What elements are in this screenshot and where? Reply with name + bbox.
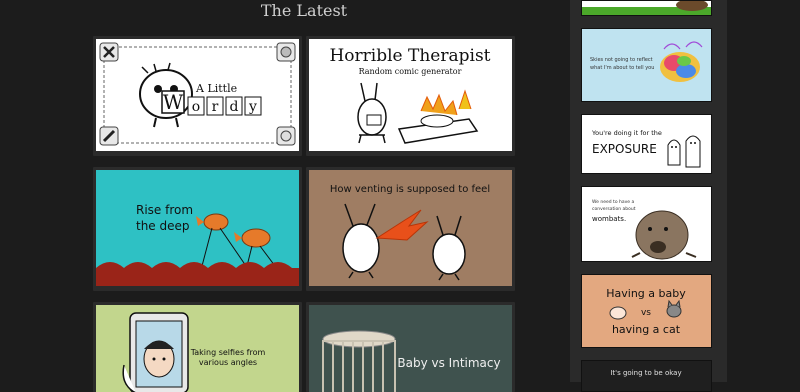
wombat-illustration (631, 210, 697, 260)
wombats-line3: wombats. (592, 215, 626, 223)
comic-thumbnail-rise: Rise from the deep (96, 170, 299, 286)
comic-thumbnail-selfies: Taking selfies from various angles (96, 305, 299, 392)
crib-illustration (322, 330, 396, 392)
pencil-icon (99, 126, 119, 146)
dog-icon (276, 126, 296, 146)
sidebar-thumb-brain[interactable]: Skies not going to reflect what I'm abou… (581, 28, 712, 102)
therapist-title: Horrible Therapist (329, 46, 490, 66)
comic-thumbnail-wordy: W A Little o r d y (96, 39, 299, 151)
wordy-letter-4: d (230, 99, 239, 115)
bunny-illustration (357, 82, 387, 144)
wombats-line2: conversation about (592, 206, 636, 212)
rise-line2: the deep (136, 219, 190, 233)
wordy-line1: A Little (195, 82, 237, 95)
wordy-letter-5: y (248, 99, 257, 115)
phone-illustration (122, 312, 189, 392)
brain-line2: what I'm about to tell you (590, 65, 654, 71)
page-heading: The Latest (260, 1, 348, 20)
sidebar-thumb-wombats[interactable]: We need to have a conversation about wom… (581, 186, 712, 262)
exposure-word: EXPOSURE (592, 142, 657, 156)
cat-icon (666, 299, 682, 318)
sea-waves (96, 262, 299, 286)
babycat-vs: vs (641, 308, 651, 318)
rainbow-brain-illustration (660, 41, 703, 82)
selfies-line1: Taking selfies from (190, 348, 266, 357)
brain-line1: Skies not going to reflect (590, 57, 653, 63)
brain-icon (276, 42, 296, 62)
comic-thumbnail-venting: How venting is supposed to feel (309, 170, 512, 286)
wombats-line1: We need to have a (592, 199, 634, 205)
sidebar-thumb-grass[interactable] (581, 0, 712, 16)
sidebar: Skies not going to reflect what I'm abou… (570, 0, 727, 392)
baby-caption: Baby vs Intimacy (397, 356, 500, 370)
babycat-line2: having a cat (612, 323, 681, 336)
comic-tile-therapist[interactable]: Horrible Therapist Random comic generato… (306, 36, 515, 156)
fire-breathing-bunny-illustration (342, 203, 429, 279)
comic-thumbnail-baby: Baby vs Intimacy (309, 305, 512, 392)
wordy-letter-2: o (192, 99, 200, 115)
sidebar-thumb-babycat[interactable]: Having a baby vs having a cat (581, 274, 712, 348)
fish-bird-illustration (196, 213, 279, 271)
comic-tile-venting[interactable]: How venting is supposed to feel (306, 167, 515, 291)
comic-thumbnail-therapist: Horrible Therapist Random comic generato… (309, 39, 512, 151)
selfies-line2: various angles (199, 358, 257, 367)
comic-tile-baby[interactable]: Baby vs Intimacy (306, 302, 515, 392)
comic-tile-selfies[interactable]: Taking selfies from various angles (93, 302, 302, 392)
okay-caption: It's going to be okay (610, 369, 681, 377)
baby-icon (609, 306, 627, 320)
rise-line1: Rise from (136, 203, 193, 217)
exposure-line1: You're doing it for the (591, 129, 662, 137)
venting-caption: How venting is supposed to feel (330, 184, 490, 195)
sidebar-thumb-exposure[interactable]: You're doing it for the EXPOSURE (581, 114, 712, 174)
sidebar-thumb-okay[interactable]: It's going to be okay (581, 360, 712, 392)
bunny-illustration (432, 215, 466, 281)
burning-couch-illustration (397, 89, 479, 144)
wordy-letter-3: r (212, 99, 219, 115)
wordy-letter-1: W (163, 90, 184, 114)
babycat-line1: Having a baby (606, 287, 686, 300)
ghost-figures-illustration (667, 135, 701, 168)
comic-tile-rise[interactable]: Rise from the deep (93, 167, 302, 291)
comic-tile-wordy[interactable]: W A Little o r d y (93, 36, 302, 156)
therapist-subtitle: Random comic generator (359, 67, 462, 76)
close-icon (99, 42, 119, 62)
